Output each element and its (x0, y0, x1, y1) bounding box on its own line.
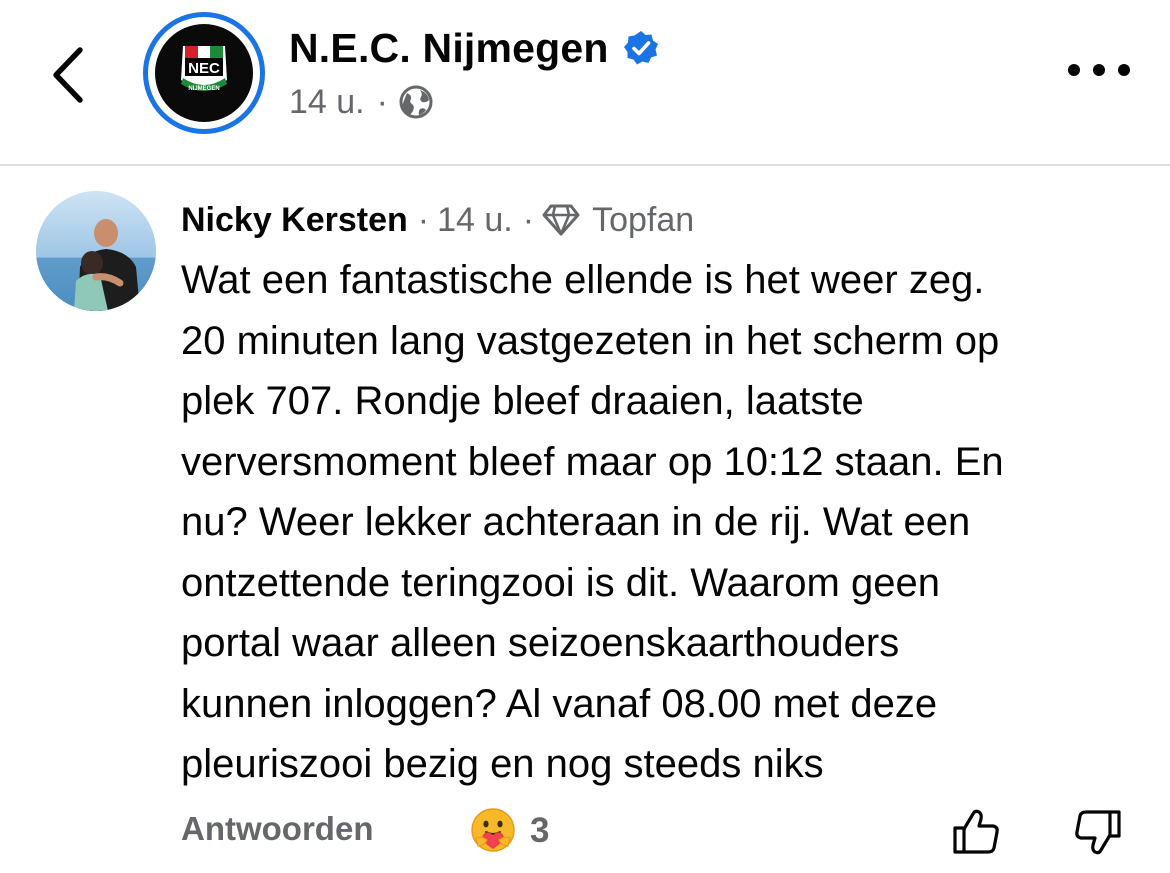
page-name-row: N.E.C. Nijmegen (289, 22, 659, 74)
meta-separator: · (417, 200, 430, 239)
diamond-icon (542, 204, 580, 236)
nec-logo-text: NEC (188, 60, 220, 77)
more-options-button[interactable] (1068, 56, 1130, 84)
post-header: NEC NIJMEGEN N.E.C. Nijmegen 14 u. · (0, 0, 1170, 166)
meta-separator: · (376, 82, 388, 121)
care-reaction-icon (471, 808, 515, 852)
meta-separator: · (522, 200, 535, 239)
reaction-count: 3 (530, 811, 550, 850)
more-options-icon-dot (1093, 64, 1105, 76)
comment-meta: Nicky Kersten · 14 u. · Topfan (181, 192, 694, 248)
topfan-badge: Topfan (592, 200, 695, 239)
comment-time: 14 u. (437, 200, 513, 239)
verified-badge-icon (623, 31, 658, 65)
more-options-icon (1068, 64, 1080, 76)
comment-actions: Antwoorden 3 (181, 802, 1141, 862)
nec-logo-subtext: NIJMEGEN (188, 86, 219, 92)
post-time[interactable]: 14 u. (289, 83, 365, 122)
commenter-name[interactable]: Nicky Kersten (181, 201, 408, 240)
post-meta: 14 u. · (289, 80, 434, 124)
reply-button[interactable]: Antwoorden (181, 810, 373, 848)
more-options-icon-dot (1118, 64, 1130, 76)
nec-logo: NEC NIJMEGEN (155, 24, 253, 122)
thumbs-up-icon[interactable] (951, 806, 1001, 856)
page-name[interactable]: N.E.C. Nijmegen (289, 25, 609, 72)
thumbs-down-icon[interactable] (1073, 808, 1123, 858)
chevron-left-icon (53, 47, 83, 103)
back-button[interactable] (42, 40, 98, 110)
reaction-summary[interactable]: 3 (468, 806, 549, 856)
globe-icon[interactable] (398, 84, 434, 120)
page-avatar[interactable]: NEC NIJMEGEN (143, 12, 265, 134)
commenter-avatar[interactable] (36, 191, 156, 311)
comment-text: Wat een fantastische ellende is het weer… (181, 258, 1004, 786)
